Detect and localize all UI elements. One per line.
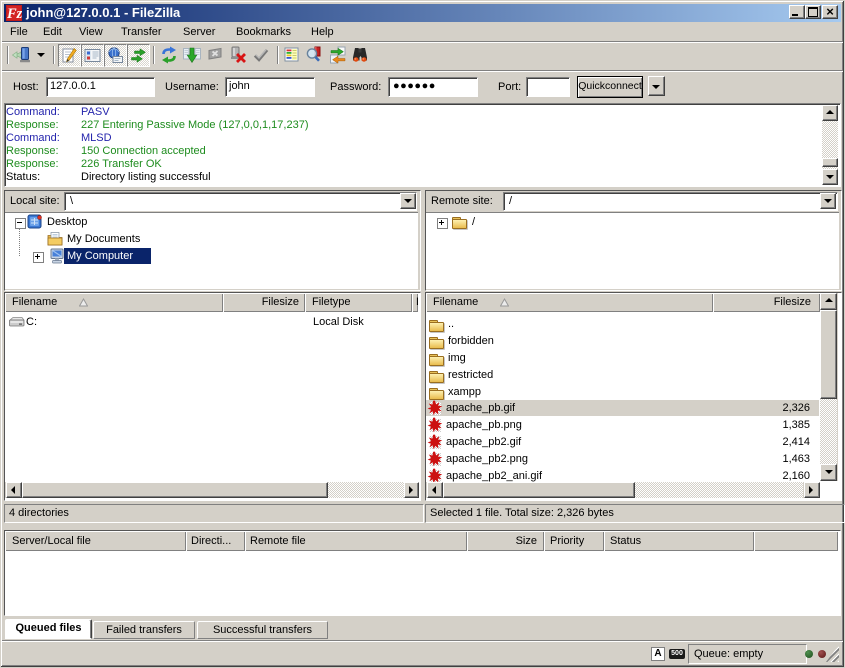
- svg-text:Fz: Fz: [6, 6, 22, 21]
